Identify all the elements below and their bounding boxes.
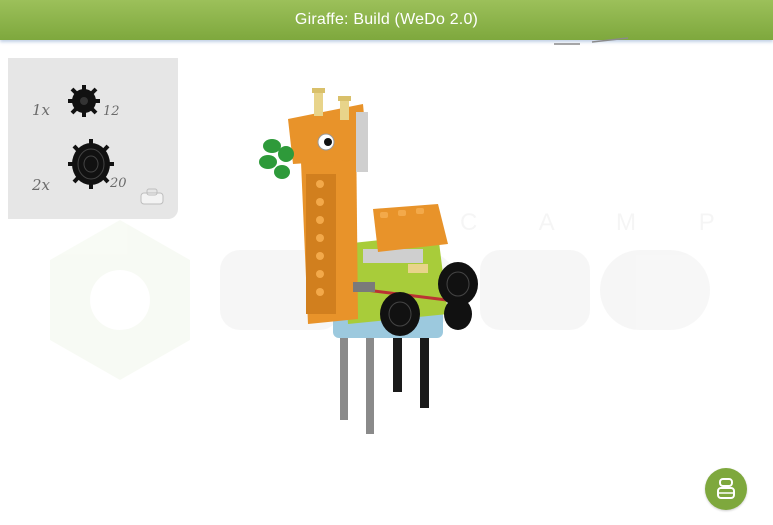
svg-text:C A M P: C A M P — [460, 209, 740, 236]
parts-bag-icon — [140, 188, 164, 205]
page-title: Giraffe: Build (WeDo 2.0) — [294, 11, 479, 28]
parts-bag-button[interactable] — [705, 468, 747, 510]
small-gear-icon — [68, 85, 100, 117]
part-number: 12 — [103, 104, 120, 119]
title-bar: Giraffe: Build (WeDo 2.0) — [0, 0, 773, 40]
bag-icon — [717, 478, 735, 499]
part-quantity: 2x — [32, 176, 51, 194]
large-gear-icon — [68, 139, 114, 189]
part-quantity: 1x — [32, 101, 51, 119]
part-number: 20 — [110, 176, 127, 191]
decorative-line — [554, 37, 629, 45]
giraffe-model-image — [259, 88, 478, 434]
